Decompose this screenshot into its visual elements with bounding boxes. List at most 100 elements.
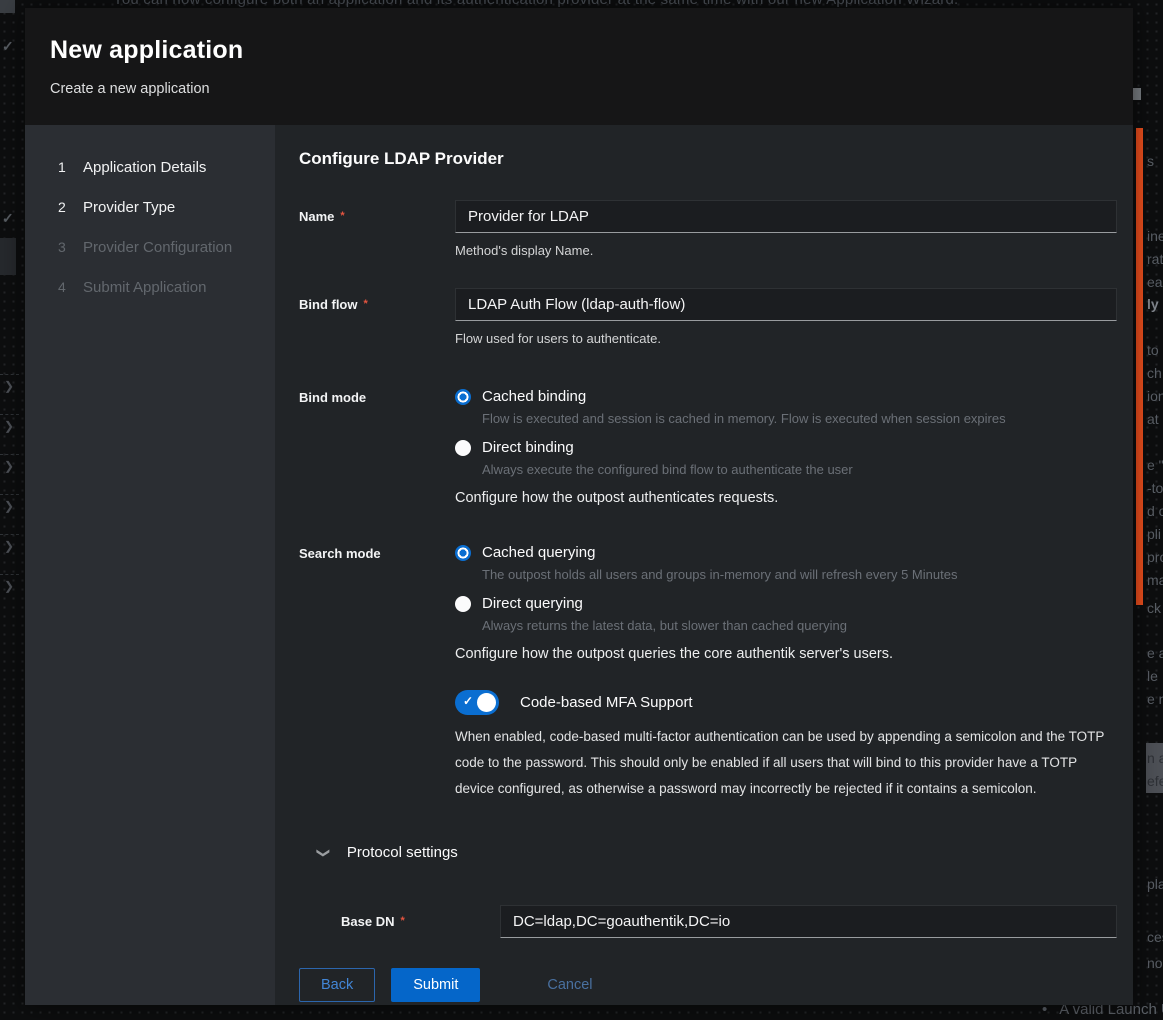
divider <box>0 454 19 455</box>
name-input[interactable] <box>455 200 1117 233</box>
search-mode-option-direct[interactable]: Direct querying <box>455 595 1117 612</box>
divider <box>0 534 19 535</box>
modal-subtitle: Create a new application <box>50 81 1108 97</box>
mfa-label: Code-based MFA Support <box>520 694 693 711</box>
toggle-check-icon: ✓ <box>463 694 473 708</box>
back-button[interactable]: Back <box>299 968 375 1002</box>
background-text-fragment: rat <box>1147 251 1163 267</box>
radio-label: Direct binding <box>482 439 574 456</box>
wizard-announcement-banner: You can now configure both an applicatio… <box>113 0 958 8</box>
divider <box>0 494 19 495</box>
radio-description: Always execute the configured bind flow … <box>482 462 1117 477</box>
bind-mode-option-direct[interactable]: Direct binding <box>455 439 1117 456</box>
bind-flow-input[interactable] <box>455 288 1117 321</box>
background-text-fragment: ck <box>1147 600 1161 616</box>
radio-label: Direct querying <box>482 595 583 612</box>
background-text-fragment: n a <box>1147 750 1163 766</box>
protocol-settings-expander[interactable]: ❯ Protocol settings <box>299 844 1117 861</box>
background-text-fragment: efe <box>1147 773 1163 789</box>
background-text-fragment: ine <box>1147 228 1163 244</box>
background-text-fragment: ea <box>1147 274 1163 290</box>
background-accent-bar <box>1136 128 1143 605</box>
background-text-fragment: ion <box>1147 388 1163 404</box>
background-text-fragment: no <box>1147 955 1163 971</box>
chevron-right-icon: ❯ <box>4 379 14 393</box>
step-number: 1 <box>58 159 83 175</box>
background-text-fragment: le <box>1147 668 1158 684</box>
divider <box>0 374 19 375</box>
bind-mode-row: Bind mode Cached binding Flow is execute… <box>299 388 1117 506</box>
wizard-steps-sidebar: 1 Application Details 2 Provider Type 3 … <box>25 125 275 1005</box>
step-number: 3 <box>58 239 83 255</box>
background-text-fragment: e a <box>1147 645 1163 661</box>
step-number: 4 <box>58 279 83 295</box>
base-dn-input[interactable] <box>500 905 1117 938</box>
step-number: 2 <box>58 199 83 215</box>
bind-flow-row: Bind flow* Flow used for users to authen… <box>299 288 1117 346</box>
cancel-button[interactable]: Cancel <box>543 969 596 1001</box>
bind-flow-help: Flow used for users to authenticate. <box>455 331 1117 346</box>
chevron-right-icon: ❯ <box>4 539 14 553</box>
step-application-details[interactable]: 1 Application Details <box>25 147 275 187</box>
chevron-right-icon: ❯ <box>4 499 14 513</box>
search-mode-row: Search mode Cached querying The outpost … <box>299 544 1117 662</box>
chevron-right-icon: ❯ <box>4 579 14 593</box>
name-help: Method's display Name. <box>455 243 1117 258</box>
background-text-fragment: e "o <box>1147 457 1163 473</box>
background-block <box>0 0 15 13</box>
search-mode-option-cached[interactable]: Cached querying <box>455 544 1117 561</box>
new-application-modal: New application Create a new application… <box>25 8 1133 1005</box>
background-highlight-box <box>0 238 16 275</box>
base-dn-label: Base DN* <box>341 905 500 938</box>
chevron-down-icon: ❯ <box>315 847 331 858</box>
check-icon: ✓ <box>2 210 14 227</box>
background-text-fragment: e n <box>1147 691 1163 707</box>
background-text-fragment: at <box>1147 411 1159 427</box>
toggle-knob <box>477 693 496 712</box>
check-icon: ✓ <box>2 38 14 55</box>
modal-header: New application Create a new application <box>25 8 1133 125</box>
background-text-fragment: pli <box>1147 526 1161 542</box>
base-dn-row: Base DN* <box>299 905 1117 938</box>
bind-mode-label: Bind mode <box>299 388 455 506</box>
step-label: Submit Application <box>83 279 206 296</box>
background-text-fragment: ly a <box>1147 296 1163 312</box>
mfa-description: When enabled, code-based multi-factor au… <box>455 724 1117 802</box>
radio-label: Cached querying <box>482 544 595 561</box>
required-asterisk: * <box>400 915 404 927</box>
step-provider-type[interactable]: 2 Provider Type <box>25 187 275 227</box>
required-asterisk: * <box>364 298 368 310</box>
background-text-fragment: ma <box>1147 572 1163 588</box>
step-submit-application: 4 Submit Application <box>25 267 275 307</box>
form-heading: Configure LDAP Provider <box>299 149 1117 169</box>
name-row: Name* Method's display Name. <box>299 200 1117 258</box>
radio-unselected-icon[interactable] <box>455 596 471 612</box>
step-label: Application Details <box>83 159 206 176</box>
background-text-fragment: d o <box>1147 503 1163 519</box>
bind-mode-help: Configure how the outpost authenticates … <box>455 490 1117 506</box>
name-label: Name* <box>299 200 455 258</box>
background-text-fragment: -to <box>1147 480 1163 496</box>
radio-label: Cached binding <box>482 388 586 405</box>
step-label: Provider Configuration <box>83 239 232 256</box>
step-provider-configuration: 3 Provider Configuration <box>25 227 275 267</box>
submit-button[interactable]: Submit <box>391 968 480 1002</box>
divider <box>0 574 19 575</box>
step-label: Provider Type <box>83 199 175 216</box>
mfa-toggle[interactable]: ✓ <box>455 690 499 715</box>
mfa-row: ✓ Code-based MFA Support When enabled, c… <box>299 690 1117 802</box>
bind-mode-option-cached[interactable]: Cached binding <box>455 388 1117 405</box>
radio-selected-icon[interactable] <box>455 545 471 561</box>
wizard-footer: Back Submit Cancel <box>299 968 1117 1002</box>
bind-flow-label: Bind flow* <box>299 288 455 346</box>
radio-description: Always returns the latest data, but slow… <box>482 618 1117 633</box>
modal-title: New application <box>50 36 1108 65</box>
chevron-right-icon: ❯ <box>4 459 14 473</box>
chevron-right-icon: ❯ <box>4 419 14 433</box>
radio-selected-icon[interactable] <box>455 389 471 405</box>
background-text-fragment: to <box>1147 342 1159 358</box>
search-mode-help: Configure how the outpost queries the co… <box>455 646 1117 662</box>
protocol-settings-label: Protocol settings <box>347 844 458 861</box>
radio-description: The outpost holds all users and groups i… <box>482 567 1117 582</box>
radio-unselected-icon[interactable] <box>455 440 471 456</box>
